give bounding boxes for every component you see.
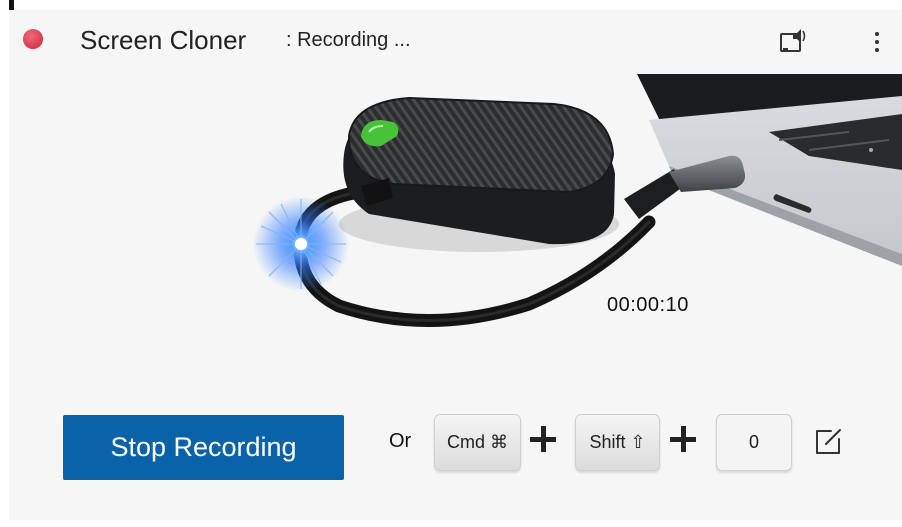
title-bar: Screen Cloner : Recording ... [9, 10, 902, 74]
app-window: Screen Cloner : Recording ... 00:00:10 S… [9, 10, 902, 520]
plus-icon [668, 424, 698, 454]
app-title: Screen Cloner [80, 25, 247, 55]
shortcut-key-0[interactable]: 0 [716, 414, 792, 471]
recording-indicator-icon [23, 29, 43, 49]
shortcut-key-cmd: Cmd ⌘ [434, 414, 521, 471]
more-vertical-icon[interactable] [865, 24, 889, 60]
stop-recording-button[interactable]: Stop Recording [63, 415, 344, 480]
shortcut-key-shift: Shift ⇧ [575, 414, 660, 471]
recording-timer: 00:00:10 [607, 294, 689, 316]
device-illustration [9, 74, 902, 374]
recording-status: : Recording ... [286, 29, 411, 51]
or-label: Or [389, 430, 412, 452]
edit-icon[interactable] [811, 424, 845, 458]
plus-icon [528, 424, 558, 454]
cast-audio-icon[interactable] [773, 23, 813, 59]
